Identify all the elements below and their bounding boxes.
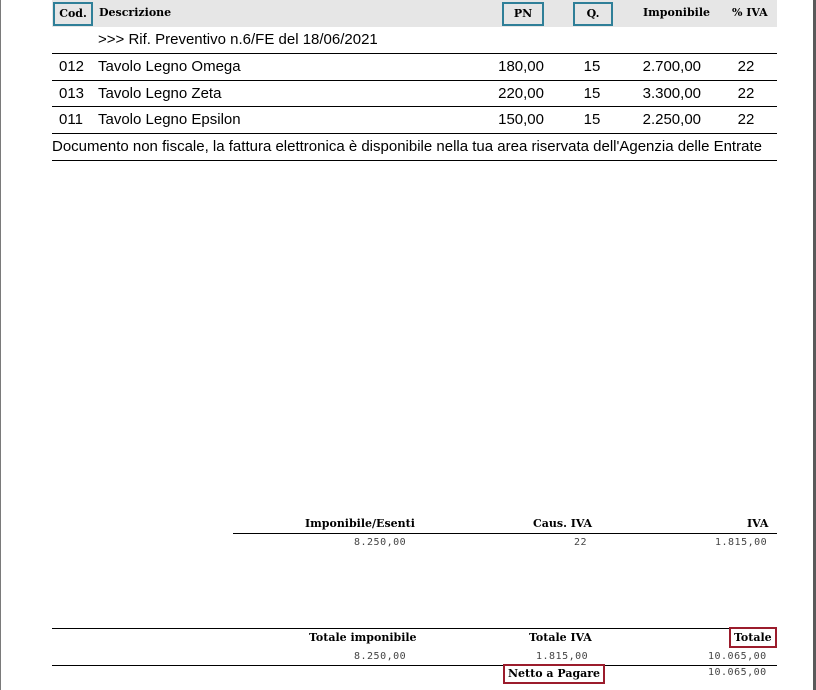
vat-header-caus: Caus. IVA xyxy=(533,517,593,530)
row-divider xyxy=(52,160,777,161)
cell-imponibile: 3.300,00 xyxy=(642,85,701,102)
header-q: Q. xyxy=(573,2,613,26)
vat-value-caus: 22 xyxy=(574,537,588,548)
cell-pn: 150,00 xyxy=(498,111,544,128)
header-cod: Cod. xyxy=(53,2,93,26)
reference-text: >>> Rif. Preventivo n.6/FE del 18/06/202… xyxy=(98,31,378,48)
totals-bottom-divider xyxy=(52,665,777,666)
header-iva: % IVA xyxy=(732,6,768,19)
cell-imponibile: 2.700,00 xyxy=(642,58,701,75)
totals-value-iva: 1.815,00 xyxy=(536,651,589,662)
cell-iva: 22 xyxy=(737,85,755,102)
cell-pn: 220,00 xyxy=(498,85,544,102)
cell-descrizione: Tavolo Legno Zeta xyxy=(98,85,222,102)
vat-header-imponibile: Imponibile/Esenti xyxy=(305,517,415,530)
totals-value-totale: 10.065,00 xyxy=(708,651,767,662)
cell-pn: 180,00 xyxy=(498,58,544,75)
netto-a-pagare-label: Netto a Pagare xyxy=(503,664,606,684)
cell-q: 15 xyxy=(583,85,601,102)
cell-iva: 22 xyxy=(737,58,755,75)
totals-header-imponibile: Totale imponibile xyxy=(309,631,417,644)
totals-top-divider xyxy=(52,628,777,629)
table-row: 011 Tavolo Legno Epsilon 150,00 15 2.250… xyxy=(52,107,777,133)
totals-value-imponibile: 8.250,00 xyxy=(354,651,407,662)
netto-a-pagare-value: 10.065,00 xyxy=(708,667,767,678)
cell-cod: 012 xyxy=(59,58,85,75)
fiscal-note: Documento non fiscale, la fattura elettr… xyxy=(52,138,762,155)
header-pn: PN xyxy=(502,2,544,26)
table-row: 012 Tavolo Legno Omega 180,00 15 2.700,0… xyxy=(52,54,777,80)
cell-cod: 011 xyxy=(59,111,83,128)
reference-row: >>> Rif. Preventivo n.6/FE del 18/06/202… xyxy=(52,27,777,53)
header-descrizione: Descrizione xyxy=(99,6,172,19)
vat-header-iva: IVA xyxy=(747,517,769,530)
vat-value-iva: 1.815,00 xyxy=(715,537,768,548)
cell-iva: 22 xyxy=(737,111,755,128)
cell-q: 15 xyxy=(583,58,601,75)
vat-divider xyxy=(233,533,777,534)
table-row: 013 Tavolo Legno Zeta 220,00 15 3.300,00… xyxy=(52,81,777,107)
cell-q: 15 xyxy=(583,111,601,128)
totals-header-iva: Totale IVA xyxy=(529,631,592,644)
cell-descrizione: Tavolo Legno Omega xyxy=(98,58,241,75)
header-imponibile: Imponibile xyxy=(643,6,711,19)
vat-value-imponibile: 8.250,00 xyxy=(354,537,407,548)
cell-imponibile: 2.250,00 xyxy=(642,111,701,128)
cell-cod: 013 xyxy=(59,85,85,102)
totals-header-totale: Totale xyxy=(729,627,777,648)
cell-descrizione: Tavolo Legno Epsilon xyxy=(98,111,241,128)
